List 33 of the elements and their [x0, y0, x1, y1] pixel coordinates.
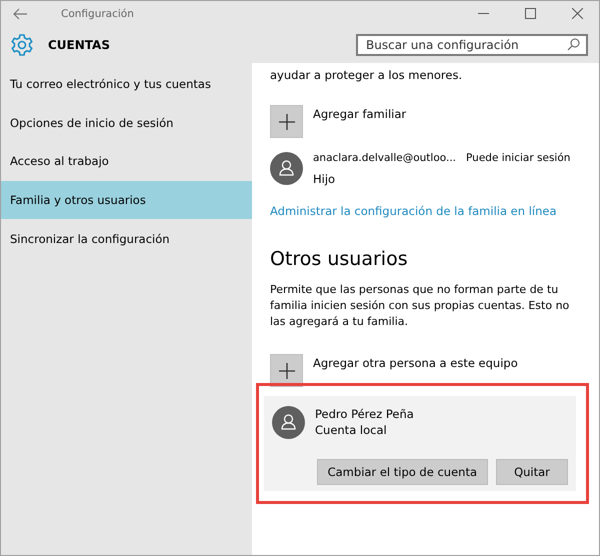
search-icon [567, 38, 580, 51]
back-icon[interactable] [13, 8, 27, 20]
user-card[interactable]: Pedro Pérez Peña Cuenta local Cambiar el tipo de cuenta Quitar [264, 396, 576, 491]
add-family-label[interactable]: Agregar familiar [313, 107, 406, 121]
description-text: ayudar a proteger a los menores. [270, 67, 464, 83]
user-name: Pedro Pérez Peña [315, 406, 414, 422]
family-settings-link[interactable]: Administrar la configuración de la familia en línea [270, 204, 589, 218]
section-heading: Otros usuarios [270, 248, 409, 270]
window-title: Configuración [61, 8, 134, 20]
plus-icon [278, 114, 294, 130]
member-status: Puede iniciar sesión [466, 152, 570, 164]
maximize-icon[interactable] [525, 8, 536, 19]
plus-icon [278, 362, 294, 378]
close-icon[interactable] [572, 8, 583, 19]
avatar-icon [270, 152, 303, 185]
add-button[interactable] [270, 354, 303, 387]
gear-icon [10, 32, 34, 56]
sidebar-item[interactable]: Opciones de inicio de sesión [1, 104, 252, 142]
add-button[interactable] [270, 105, 303, 138]
member-email: anaclara.delvalle@outloo... [313, 152, 456, 164]
avatar-icon [272, 406, 305, 439]
sidebar-item[interactable]: Acceso al trabajo [1, 142, 252, 181]
sidebar-item[interactable]: Familia y otros usuarios [1, 180, 252, 220]
account-type: Cuenta local [315, 422, 388, 438]
add-person-label[interactable]: Agregar otra persona a este equipo [313, 356, 518, 370]
action-button[interactable]: Cambiar el tipo de cuenta [316, 459, 488, 485]
sidebar-item[interactable]: Sincronizar la configuración [1, 219, 252, 258]
action-button[interactable]: Quitar [496, 459, 568, 485]
search-field[interactable]: Buscar una configuración [356, 34, 588, 56]
description-text: Permite que las personas que no forman parte de tu familia inicien sesión con sus propias cuentas. Esto no las agregará a tu familia. [270, 282, 570, 330]
sidebar-item[interactable]: Tu correo electrónico y tus cuentas [1, 65, 252, 104]
page-title: CUENTAS [48, 38, 110, 52]
member-role: Hijo [313, 172, 336, 186]
